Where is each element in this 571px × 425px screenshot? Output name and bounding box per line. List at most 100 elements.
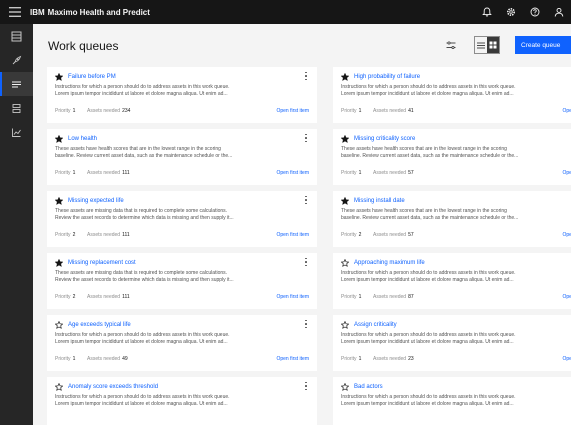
nav-item-assets[interactable]	[0, 96, 33, 120]
overflow-menu-icon[interactable]	[303, 133, 309, 143]
card-description: Instructions for which a person should d…	[341, 332, 516, 345]
nav-item-analytics[interactable]	[0, 120, 33, 144]
card-title[interactable]: Missing replacement cost	[68, 260, 136, 266]
favorite-toggle[interactable]	[341, 197, 349, 205]
list-view-icon	[477, 42, 485, 48]
card-title[interactable]: Missing install date	[354, 198, 405, 204]
priority-field: Priority 2	[55, 232, 76, 238]
card-title[interactable]: Missing criticality score	[354, 136, 415, 142]
favorite-toggle[interactable]	[341, 259, 349, 267]
open-first-item-link[interactable]: Open first item	[562, 108, 571, 114]
assets-needed-field: Assets needed 111	[87, 232, 130, 238]
priority-field: Priority 1	[341, 294, 362, 300]
work-queue-card[interactable]: Bad actors Instructions for which a perso…	[333, 377, 571, 425]
card-title[interactable]: Bad actors	[354, 384, 383, 390]
card-title[interactable]: Assign criticality	[354, 322, 397, 328]
star-filled-icon	[55, 197, 63, 205]
grid-view-icon	[489, 41, 497, 49]
hamburger-icon	[9, 7, 21, 17]
favorite-toggle[interactable]	[55, 383, 63, 391]
open-first-item-link[interactable]: Open first item	[562, 294, 571, 300]
priority-field: Priority 1	[341, 356, 362, 362]
priority-field: Priority 1	[55, 108, 76, 114]
card-footer: Priority2 Assets needed57 Open first item	[341, 232, 571, 238]
card-title[interactable]: Missing expected life	[68, 198, 124, 204]
open-first-item-link[interactable]: Open first item	[276, 108, 309, 114]
open-first-item-link[interactable]: Open first item	[276, 294, 309, 300]
open-first-item-link[interactable]: Open first item	[276, 356, 309, 362]
grid-view-button[interactable]	[487, 37, 499, 53]
work-queue-card[interactable]: Missing install date These assets have he…	[333, 191, 571, 247]
assets-needed-field: Assets needed 57	[373, 170, 414, 176]
card-footer: Priority1 Assets needed41 Open first item	[341, 108, 571, 114]
star-filled-icon	[55, 135, 63, 143]
card-footer: Priority 1 Assets needed 234 Open first item	[55, 108, 309, 114]
card-description: These assets have health scores that are…	[341, 208, 519, 221]
help-button[interactable]	[523, 0, 547, 24]
favorite-toggle[interactable]	[341, 321, 349, 329]
favorite-toggle[interactable]	[341, 73, 349, 81]
app-title[interactable]: IBM Maximo Health and Predict	[30, 8, 150, 17]
star-outline-icon	[341, 321, 349, 329]
assets-needed-field: Assets needed 234	[87, 108, 131, 114]
priority-field: Priority 2	[55, 294, 76, 300]
settings-button[interactable]	[499, 0, 523, 24]
favorite-toggle[interactable]	[341, 383, 349, 391]
overflow-menu-icon[interactable]	[303, 257, 309, 267]
nav-item-dashboard[interactable]	[0, 24, 33, 48]
open-first-item-link[interactable]: Open first item	[562, 356, 571, 362]
card-title[interactable]: Age exceeds typical life	[68, 322, 131, 328]
open-first-item-link[interactable]: Open first item	[276, 232, 309, 238]
work-queue-card[interactable]: Anomaly score exceeds threshold Instructi…	[47, 377, 317, 425]
work-queue-card[interactable]: Assign criticality Instructions for which…	[333, 315, 571, 371]
favorite-toggle[interactable]	[55, 197, 63, 205]
star-filled-icon	[341, 197, 349, 205]
nav-item-work-queues[interactable]	[0, 72, 33, 96]
create-queue-button[interactable]: Create queue	[515, 36, 571, 54]
card-description: Instructions for which a person should d…	[341, 394, 516, 407]
rocket-icon	[12, 55, 22, 64]
work-queue-card[interactable]: Low health These assets have health score…	[47, 129, 317, 185]
work-queue-card[interactable]: Missing replacement cost These assets are…	[47, 253, 317, 309]
overflow-menu-icon[interactable]	[303, 319, 309, 329]
star-filled-icon	[341, 135, 349, 143]
overflow-menu-icon[interactable]	[303, 381, 309, 391]
card-footer: Priority 1 Assets needed 49 Open first item	[55, 356, 309, 362]
card-description: Instructions for which a person should d…	[341, 84, 516, 97]
assets-needed-field: Assets needed 111	[87, 170, 130, 176]
star-outline-icon	[341, 259, 349, 267]
card-title[interactable]: Approaching maximum life	[354, 260, 425, 266]
card-footer: Priority1 Assets needed57 Open first item	[341, 170, 571, 176]
work-queue-card[interactable]: Age exceeds typical life Instructions for…	[47, 315, 317, 371]
open-first-item-link[interactable]: Open first item	[562, 232, 571, 238]
card-title[interactable]: High probability of failure	[354, 74, 420, 80]
overflow-menu-icon[interactable]	[303, 71, 309, 81]
favorite-toggle[interactable]	[55, 321, 63, 329]
card-title[interactable]: Anomaly score exceeds threshold	[68, 384, 158, 390]
user-button[interactable]	[547, 0, 571, 24]
list-view-button[interactable]	[475, 37, 487, 53]
open-first-item-link[interactable]: Open first item	[276, 170, 309, 176]
menu-button[interactable]	[0, 0, 30, 24]
favorite-toggle[interactable]	[55, 135, 63, 143]
notifications-button[interactable]	[475, 0, 499, 24]
work-queue-card[interactable]: Failure before PM Instructions for which …	[47, 67, 317, 123]
favorite-toggle[interactable]	[341, 135, 349, 143]
work-queue-card[interactable]: Approaching maximum life Instructions for…	[333, 253, 571, 309]
open-first-item-link[interactable]: Open first item	[562, 170, 571, 176]
filter-button[interactable]	[441, 36, 461, 54]
work-queue-card[interactable]: High probability of failure Instructions …	[333, 67, 571, 123]
card-footer: Priority1 Assets needed87 Open first item	[341, 294, 571, 300]
favorite-toggle[interactable]	[55, 73, 63, 81]
favorite-toggle[interactable]	[55, 259, 63, 267]
nav-item-launch[interactable]	[0, 48, 33, 72]
assets-icon	[12, 103, 21, 113]
work-queue-card[interactable]: Missing expected life These assets are mi…	[47, 191, 317, 247]
card-title[interactable]: Failure before PM	[68, 74, 116, 80]
card-title[interactable]: Low health	[68, 136, 97, 142]
view-switcher	[474, 36, 500, 54]
assets-needed-field: Assets needed 111	[87, 294, 130, 300]
work-queue-card[interactable]: Missing criticality score These assets ha…	[333, 129, 571, 185]
overflow-menu-icon[interactable]	[303, 195, 309, 205]
user-icon	[554, 7, 564, 17]
